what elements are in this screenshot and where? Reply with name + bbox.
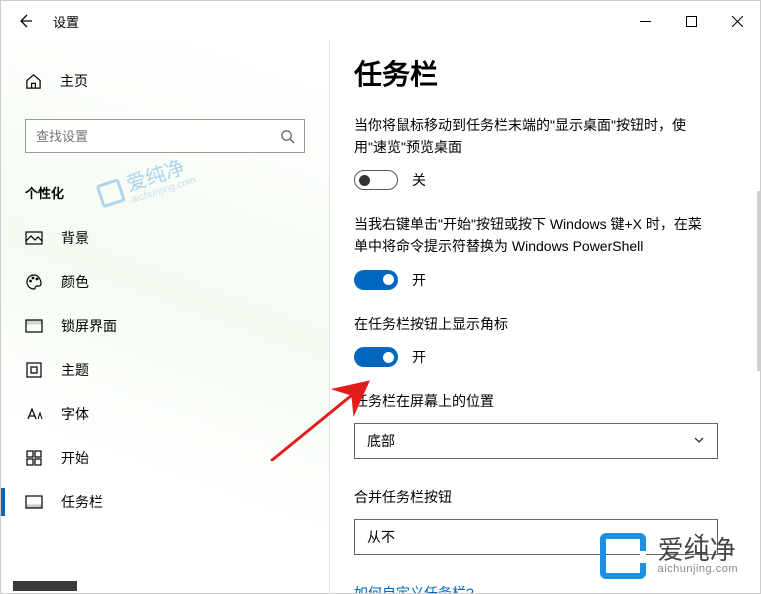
window-controls [622, 1, 760, 41]
section-label: 个性化 [1, 153, 329, 216]
title-bar: 设置 [1, 1, 760, 41]
combine-label: 合并任务栏按钮 [354, 487, 760, 507]
sidebar-item-label: 开始 [61, 448, 89, 468]
maximize-button[interactable] [668, 1, 714, 41]
setting-desc-powershell: 当我右键单击"开始"按钮或按下 Windows 键+X 时，在菜单中将命令提示符… [354, 214, 714, 257]
sidebar: 主页 个性化 背景 颜色 锁屏界面 [1, 41, 329, 593]
settings-window: 爱纯净 aichunjing.com 设置 主页 [0, 0, 761, 594]
home-label: 主页 [60, 71, 88, 91]
brand-logo: 爱纯净 aichunjing.com [600, 533, 738, 579]
toggle-badges[interactable] [354, 347, 398, 367]
palette-icon [25, 273, 43, 291]
sidebar-item-label: 颜色 [61, 272, 89, 292]
toggle-peek-state: 关 [412, 170, 426, 190]
back-button[interactable] [1, 1, 49, 41]
themes-icon [25, 361, 43, 379]
home-nav[interactable]: 主页 [1, 61, 329, 101]
brand-zh: 爱纯净 [658, 537, 738, 563]
lockscreen-icon [25, 317, 43, 335]
sidebar-item-background[interactable]: 背景 [1, 216, 329, 260]
toggle-powershell[interactable] [354, 270, 398, 290]
chevron-down-icon [693, 433, 705, 449]
sidebar-item-lockscreen[interactable]: 锁屏界面 [1, 304, 329, 348]
scrollbar-thumb[interactable] [757, 191, 760, 371]
minimize-button[interactable] [622, 1, 668, 41]
page-title: 任务栏 [354, 53, 760, 93]
toggle-powershell-state: 开 [412, 270, 426, 290]
search-input[interactable] [26, 129, 270, 144]
sidebar-item-label: 字体 [61, 404, 89, 424]
toggle-badges-state: 开 [412, 347, 426, 367]
position-value: 底部 [367, 431, 395, 451]
sidebar-item-label: 任务栏 [61, 492, 103, 512]
brand-icon [600, 533, 646, 579]
setting-desc-badges: 在任务栏按钮上显示角标 [354, 314, 714, 336]
main-content: 任务栏 当你将鼠标移动到任务栏末端的"显示桌面"按钮时，使用"速览"预览桌面 关… [329, 41, 760, 593]
search-icon [270, 129, 304, 144]
sidebar-item-label: 主题 [61, 360, 89, 380]
fonts-icon [25, 405, 43, 423]
preview-strip [13, 581, 77, 591]
maximize-icon [686, 16, 697, 27]
sidebar-item-colors[interactable]: 颜色 [1, 260, 329, 304]
sidebar-item-fonts[interactable]: 字体 [1, 392, 329, 436]
close-icon [732, 16, 743, 27]
position-dropdown[interactable]: 底部 [354, 423, 718, 459]
sidebar-item-start[interactable]: 开始 [1, 436, 329, 480]
taskbar-icon [25, 493, 43, 511]
brand-en: aichunjing.com [658, 563, 738, 575]
start-icon [25, 449, 43, 467]
toggle-peek[interactable] [354, 170, 398, 190]
position-label: 任务栏在屏幕上的位置 [354, 391, 760, 411]
window-title: 设置 [53, 12, 79, 31]
combine-value: 从不 [367, 527, 395, 547]
minimize-icon [640, 16, 651, 27]
sidebar-item-label: 背景 [61, 228, 89, 248]
sidebar-item-taskbar[interactable]: 任务栏 [1, 480, 329, 524]
picture-icon [25, 229, 43, 247]
close-button[interactable] [714, 1, 760, 41]
setting-desc-peek: 当你将鼠标移动到任务栏末端的"显示桌面"按钮时，使用"速览"预览桌面 [354, 115, 714, 158]
arrow-left-icon [17, 13, 33, 29]
home-icon [25, 73, 42, 90]
customize-link[interactable]: 如何自定义任务栏? [354, 583, 760, 593]
sidebar-item-themes[interactable]: 主题 [1, 348, 329, 392]
sidebar-item-label: 锁屏界面 [61, 316, 117, 336]
search-box[interactable] [25, 119, 305, 153]
